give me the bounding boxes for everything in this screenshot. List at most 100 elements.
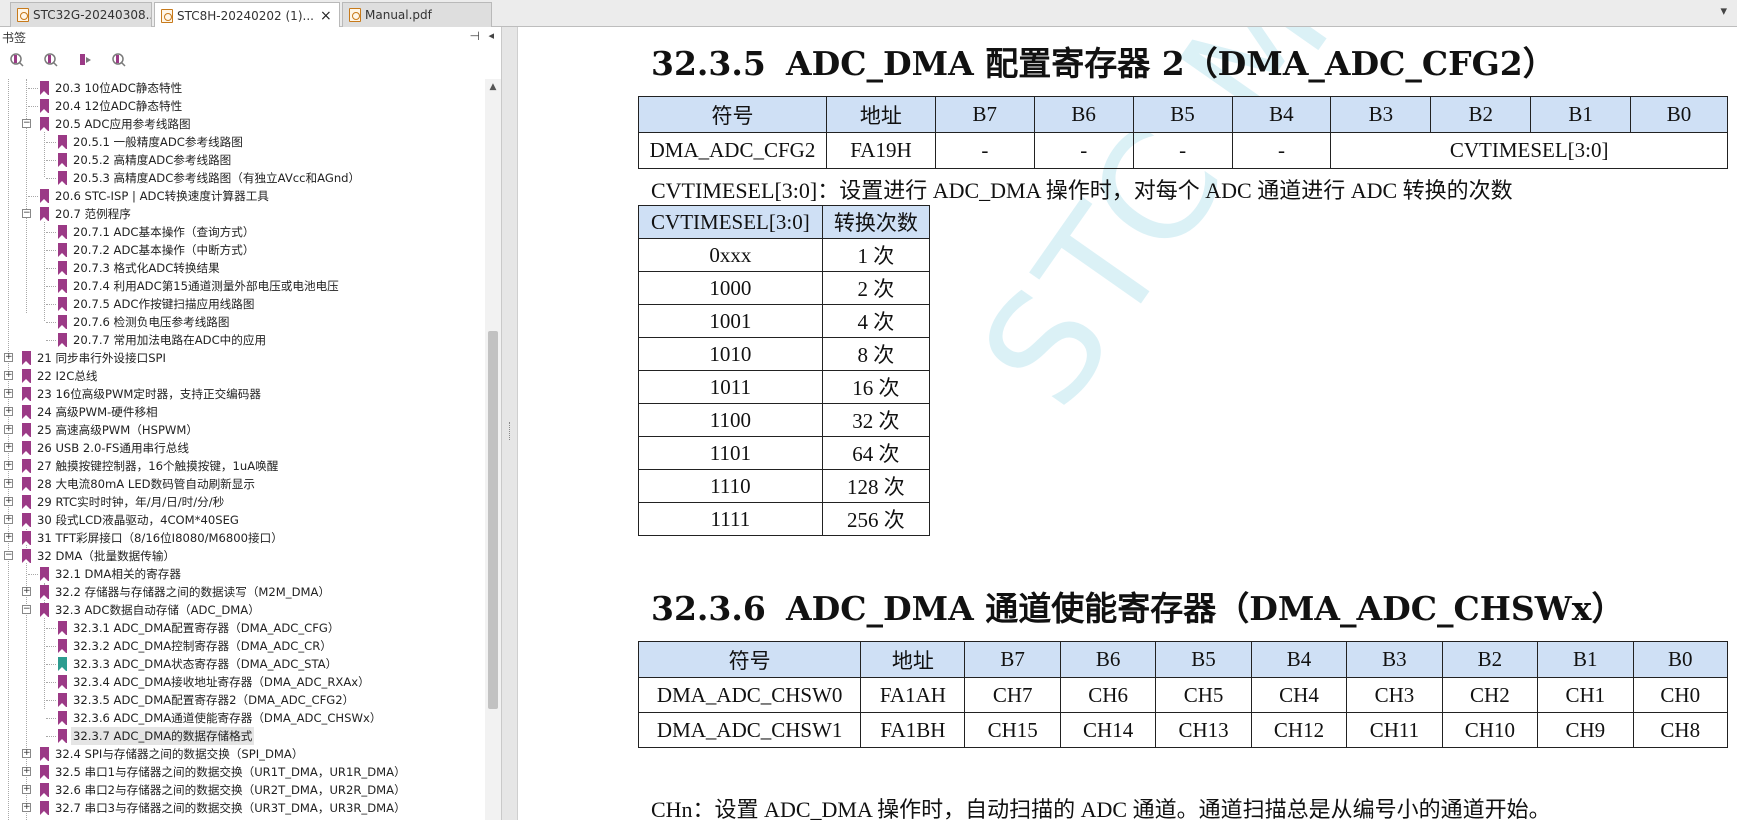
bookmark-label: 26 USB 2.0-FS通用串行总线 xyxy=(37,441,189,455)
expand-icon[interactable]: + xyxy=(22,785,31,794)
table-cell: 1010 xyxy=(638,337,823,371)
bookmark-item[interactable]: +21 同步串行外设接口SPI xyxy=(0,349,485,367)
close-tab-icon[interactable]: × xyxy=(320,9,332,23)
bookmark-item[interactable]: − 20.7 范例程序 xyxy=(0,205,485,223)
collapse-icon[interactable]: − xyxy=(22,209,31,218)
expand-icon[interactable]: + xyxy=(4,479,13,488)
expand-icon[interactable]: + xyxy=(22,587,31,596)
bookmark-item[interactable]: 20.5.2 高精度ADC参考线路图 xyxy=(0,151,485,169)
bookmark-item[interactable]: 20.7.2 ADC基本操作（中断方式） xyxy=(0,241,485,259)
collapse-panel-icon[interactable]: ◂ xyxy=(488,29,494,42)
tab-manual[interactable]: Manual.pdf xyxy=(342,2,492,27)
header-cell: B3 xyxy=(1330,96,1432,133)
tab-list-dropdown-icon[interactable]: ▾ xyxy=(1720,4,1727,19)
bookmark-find-icon[interactable] xyxy=(110,51,128,69)
table-cell: 1000 xyxy=(638,271,823,305)
expand-icon[interactable]: + xyxy=(4,443,13,452)
bookmark-icon xyxy=(58,675,67,689)
bookmark-item[interactable]: 20.4 12位ADC静态特性 xyxy=(0,97,485,115)
bookmark-item[interactable]: +28 大电流80mA LED数码管自动刷新显示 xyxy=(0,475,485,493)
bookmark-item[interactable]: 20.7.5 ADC作按键扫描应用线路图 xyxy=(0,295,485,313)
bookmark-item[interactable]: 32.1 DMA相关的寄存器 xyxy=(0,565,485,583)
bookmark-label: 20.5.3 高精度ADC参考线路图（有独立AVcc和AGnd） xyxy=(73,171,361,185)
bookmark-item[interactable]: +32.6 串口2与存储器之间的数据交换（UR2T_DMA，UR2R_DMA） xyxy=(0,781,485,799)
bookmark-label: 20.7.1 ADC基本操作（查询方式） xyxy=(73,225,255,239)
table-cell: 64 次 xyxy=(821,436,931,470)
scroll-up-icon[interactable]: ▲ xyxy=(485,79,501,95)
expand-icon[interactable]: + xyxy=(4,353,13,362)
expand-icon[interactable]: + xyxy=(4,461,13,470)
bookmark-expand-icon[interactable] xyxy=(8,51,26,69)
splitter-grip[interactable] xyxy=(509,422,511,440)
bookmark-item[interactable]: 32.3.1 ADC_DMA配置寄存器（DMA_ADC_CFG） xyxy=(0,619,485,637)
expand-icon[interactable]: + xyxy=(22,803,31,812)
bookmark-item[interactable]: 20.5.1 一般精度ADC参考线路图 xyxy=(0,133,485,151)
tree-guide xyxy=(46,700,56,701)
panel-splitter[interactable] xyxy=(502,27,518,820)
bookmarks-scrollbar[interactable]: ▲ xyxy=(485,79,501,820)
bookmark-item[interactable]: 20.5.3 高精度ADC参考线路图（有独立AVcc和AGnd） xyxy=(0,169,485,187)
collapse-icon[interactable]: − xyxy=(4,551,13,560)
bookmarks-title: 书签 xyxy=(2,30,27,45)
table-cell: CH4 xyxy=(1250,677,1348,713)
pdf-file-icon xyxy=(17,8,29,22)
bookmark-collapse-icon[interactable] xyxy=(42,51,60,69)
document-view[interactable]: STC MCU 32.3.5 ADC_DMA 配置寄存器 2（DMA_ADC_CF… xyxy=(519,27,1737,820)
expand-icon[interactable]: + xyxy=(4,407,13,416)
table-cell: CH9 xyxy=(1537,712,1634,748)
header-cell: B3 xyxy=(1346,641,1443,678)
bookmark-icon xyxy=(22,351,31,365)
expand-icon[interactable]: + xyxy=(4,497,13,506)
bookmark-item[interactable]: +27 触摸按键控制器，16个触摸按键，1uA唤醒 xyxy=(0,457,485,475)
bookmark-item[interactable]: 20.7.7 常用加法电路在ADC中的应用 xyxy=(0,331,485,349)
bookmark-item[interactable]: 20.6 STC-ISP | ADC转换速度计算器工具 xyxy=(0,187,485,205)
tab-stc32g[interactable]: STC32G-20240308... xyxy=(10,2,152,27)
bookmark-item[interactable]: +32.7 串口3与存储器之间的数据交换（UR3T_DMA，UR3R_DMA） xyxy=(0,799,485,817)
bookmark-item[interactable]: 32.3.2 ADC_DMA控制寄存器（DMA_ADC_CR） xyxy=(0,637,485,655)
expand-icon[interactable]: + xyxy=(4,371,13,380)
bookmark-icon xyxy=(58,279,67,293)
bookmark-item[interactable]: − 32 DMA（批量数据传输） xyxy=(0,547,485,565)
scrollbar-thumb[interactable] xyxy=(488,331,498,709)
table-cell: CH6 xyxy=(1059,677,1157,713)
collapse-icon[interactable]: − xyxy=(22,605,31,614)
bookmark-item[interactable]: 32.3.4 ADC_DMA接收地址寄存器（DMA_ADC_RXAx） xyxy=(0,673,485,691)
bookmark-item[interactable]: +32.5 串口1与存储器之间的数据交换（UR1T_DMA，UR1R_DMA） xyxy=(0,763,485,781)
expand-icon[interactable]: + xyxy=(22,767,31,776)
bookmark-item[interactable]: − 32.3 ADC数据自动存储（ADC_DMA） xyxy=(0,601,485,619)
bookmark-item[interactable]: +22 I2C总线 xyxy=(0,367,485,385)
header-cell: 转换次数 xyxy=(821,205,931,239)
bookmark-label: 32 DMA（批量数据传输） xyxy=(37,549,176,563)
header-cell: B2 xyxy=(1441,641,1539,678)
bookmark-item[interactable]: +32.4 SPI与存储器之间的数据交换（SPI_DMA） xyxy=(0,745,485,763)
header-cell: 符号 xyxy=(638,96,827,133)
bookmark-item[interactable]: +23 16位高级PWM定时器，支持正交编码器 xyxy=(0,385,485,403)
expand-icon[interactable]: + xyxy=(4,515,13,524)
bookmark-item[interactable]: 20.7.1 ADC基本操作（查询方式） xyxy=(0,223,485,241)
bookmark-item[interactable]: 32.3.7 ADC_DMA的数据存储格式 xyxy=(0,727,485,745)
tab-stc8h[interactable]: STC8H-20240202 (1)... × xyxy=(154,2,340,28)
collapse-icon[interactable]: − xyxy=(22,119,31,128)
expand-icon[interactable]: + xyxy=(4,533,13,542)
bookmark-item[interactable]: +31 TFT彩屏接口（8/16位I8080/M6800接口） xyxy=(0,529,485,547)
bookmark-item[interactable]: 32.3.3 ADC_DMA状态寄存器（DMA_ADC_STA） xyxy=(0,655,485,673)
bookmark-item[interactable]: 32.3.5 ADC_DMA配置寄存器2（DMA_ADC_CFG2） xyxy=(0,691,485,709)
bookmark-item[interactable]: 20.7.4 利用ADC第15通道测量外部电压或电池电压 xyxy=(0,277,485,295)
bookmark-item[interactable]: +24 高级PWM-硬件移相 xyxy=(0,403,485,421)
bookmark-item[interactable]: +32.2 存储器与存储器之间的数据读写（M2M_DMA） xyxy=(0,583,485,601)
bookmark-item[interactable]: 32.3.6 ADC_DMA通道使能寄存器（DMA_ADC_CHSWx） xyxy=(0,709,485,727)
bookmark-item[interactable]: +25 高速高级PWM（HSPWM） xyxy=(0,421,485,439)
bookmark-item[interactable]: 20.7.6 检测负电压参考线路图 xyxy=(0,313,485,331)
bookmark-item[interactable]: +30 段式LCD液晶驱动，4COM*40SEG xyxy=(0,511,485,529)
expand-icon[interactable]: + xyxy=(4,389,13,398)
bookmark-item[interactable]: +29 RTC实时时钟，年/月/日/时/分/秒 xyxy=(0,493,485,511)
expand-icon[interactable]: + xyxy=(4,425,13,434)
bookmark-item[interactable]: 20.3 10位ADC静态特性 xyxy=(0,79,485,97)
bookmark-item[interactable]: +26 USB 2.0-FS通用串行总线 xyxy=(0,439,485,457)
pin-panel-icon[interactable]: ⊣ xyxy=(470,29,480,43)
bookmark-add-icon[interactable] xyxy=(76,51,94,69)
bookmark-item[interactable]: 20.7.3 格式化ADC转换结果 xyxy=(0,259,485,277)
expand-icon[interactable]: + xyxy=(22,749,31,758)
register-table-chsw: 符号 地址 B7 B6 B5 B4 B3 B2 B1 B0 DMA_ADC_CH… xyxy=(637,641,1729,748)
bookmark-item[interactable]: − 20.5 ADC应用参考线路图 xyxy=(0,115,485,133)
